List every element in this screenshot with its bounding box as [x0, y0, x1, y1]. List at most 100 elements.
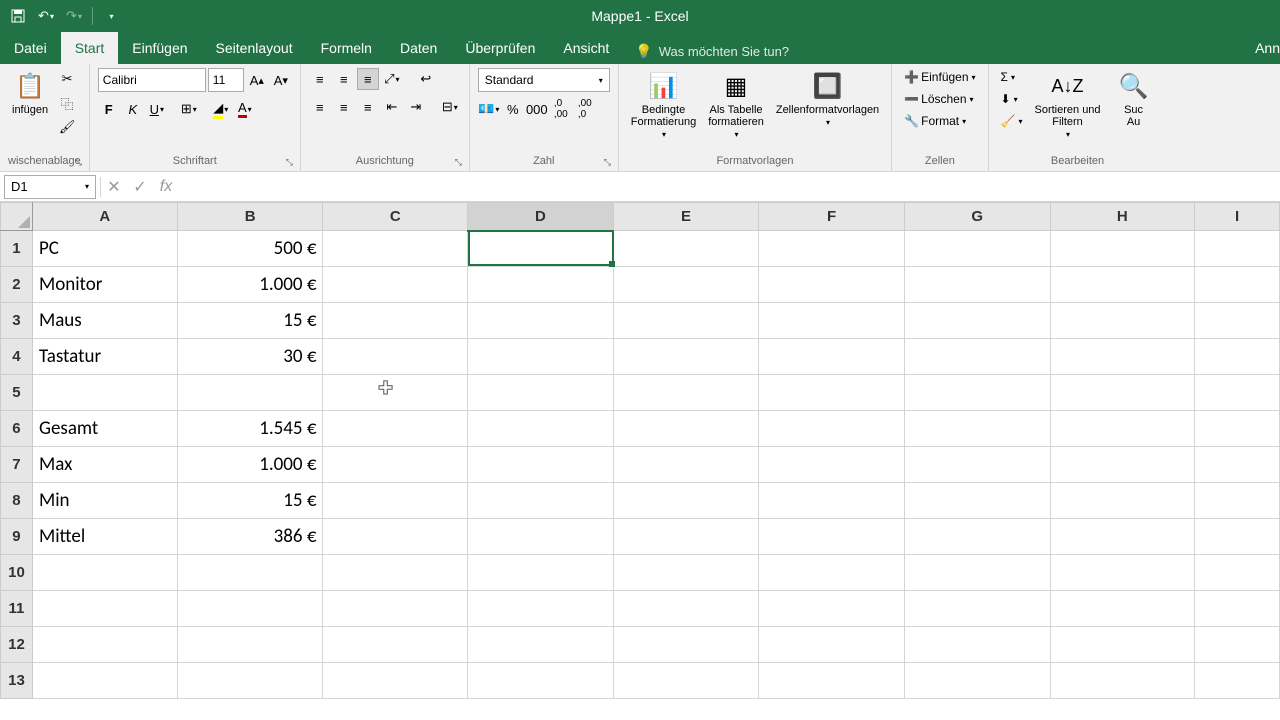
row-header-13[interactable]: 13	[1, 663, 33, 699]
col-header-E[interactable]: E	[613, 203, 759, 231]
italic-button[interactable]: K	[122, 98, 144, 120]
cell-E3[interactable]	[613, 303, 759, 339]
font-launcher-icon[interactable]: ⤡	[286, 157, 298, 169]
cell-G1[interactable]	[904, 231, 1050, 267]
find-select-button[interactable]: 🔍 Suc Au	[1109, 68, 1159, 130]
redo-icon[interactable]: ↷▾	[62, 4, 86, 28]
format-painter-button[interactable]: 🖌	[56, 116, 78, 138]
cell-E13[interactable]	[613, 663, 759, 699]
cell-A3[interactable]: Maus	[32, 303, 177, 339]
row-header-2[interactable]: 2	[1, 267, 33, 303]
cell-I12[interactable]	[1195, 627, 1280, 663]
cell-H1[interactable]	[1050, 231, 1195, 267]
cell-H8[interactable]	[1050, 483, 1195, 519]
copy-button[interactable]: ⿻	[56, 92, 78, 114]
cell-B12[interactable]	[177, 627, 323, 663]
cell-H2[interactable]	[1050, 267, 1195, 303]
cell-A12[interactable]	[32, 627, 177, 663]
cell-A11[interactable]	[32, 591, 177, 627]
align-right-button[interactable]: ≡	[357, 96, 379, 118]
decrease-font-button[interactable]: A▾	[270, 69, 292, 91]
cell-G4[interactable]	[904, 339, 1050, 375]
cell-B11[interactable]	[177, 591, 323, 627]
cell-H12[interactable]	[1050, 627, 1195, 663]
cell-A7[interactable]: Max	[32, 447, 177, 483]
align-bottom-button[interactable]: ≡	[357, 68, 379, 90]
cell-B9[interactable]: 386 €	[177, 519, 323, 555]
increase-indent-button[interactable]: ⇥	[405, 96, 427, 118]
col-header-H[interactable]: H	[1050, 203, 1195, 231]
cell-I1[interactable]	[1195, 231, 1280, 267]
col-header-I[interactable]: I	[1195, 203, 1280, 231]
name-box[interactable]: D1 ▾	[4, 175, 96, 199]
cell-E4[interactable]	[613, 339, 759, 375]
cell-D8[interactable]	[468, 483, 614, 519]
accounting-button[interactable]: 💶▾	[478, 98, 500, 120]
tab-seitenlayout[interactable]: Seitenlayout	[202, 32, 307, 64]
formula-input[interactable]	[179, 175, 1280, 199]
col-header-B[interactable]: B	[177, 203, 323, 231]
cell-E2[interactable]	[613, 267, 759, 303]
cell-F8[interactable]	[759, 483, 905, 519]
cell-B2[interactable]: 1.000 €	[177, 267, 323, 303]
align-top-button[interactable]: ≡	[309, 68, 331, 90]
cell-C3[interactable]	[323, 303, 468, 339]
font-size-select[interactable]	[208, 68, 244, 92]
fx-button[interactable]: fx	[153, 175, 179, 199]
row-header-4[interactable]: 4	[1, 339, 33, 375]
cell-A1[interactable]: PC	[32, 231, 177, 267]
row-header-7[interactable]: 7	[1, 447, 33, 483]
cell-A2[interactable]: Monitor	[32, 267, 177, 303]
cell-C10[interactable]	[323, 555, 468, 591]
col-header-C[interactable]: C	[323, 203, 468, 231]
cell-A8[interactable]: Min	[32, 483, 177, 519]
format-as-table-button[interactable]: ▦ Als Tabelle formatieren▾	[704, 68, 768, 141]
percent-button[interactable]: %	[502, 98, 524, 120]
undo-icon[interactable]: ↶▾	[34, 4, 58, 28]
cell-F13[interactable]	[759, 663, 905, 699]
border-button[interactable]: ⊞▾	[178, 98, 200, 120]
row-header-6[interactable]: 6	[1, 411, 33, 447]
row-header-11[interactable]: 11	[1, 591, 33, 627]
cell-C4[interactable]	[323, 339, 468, 375]
cell-D13[interactable]	[468, 663, 614, 699]
cell-G9[interactable]	[904, 519, 1050, 555]
cell-C11[interactable]	[323, 591, 468, 627]
cell-D4[interactable]	[468, 339, 614, 375]
cell-C1[interactable]	[323, 231, 468, 267]
cell-B5[interactable]	[177, 375, 323, 411]
cell-H5[interactable]	[1050, 375, 1195, 411]
cell-D1[interactable]	[468, 231, 614, 267]
cell-B13[interactable]	[177, 663, 323, 699]
row-header-8[interactable]: 8	[1, 483, 33, 519]
cell-G10[interactable]	[904, 555, 1050, 591]
bold-button[interactable]: F	[98, 98, 120, 120]
cell-A13[interactable]	[32, 663, 177, 699]
cell-C5[interactable]	[323, 375, 468, 411]
cell-H13[interactable]	[1050, 663, 1195, 699]
cell-C7[interactable]	[323, 447, 468, 483]
cell-A4[interactable]: Tastatur	[32, 339, 177, 375]
orientation-button[interactable]: ⤢▾	[381, 68, 403, 90]
cell-A9[interactable]: Mittel	[32, 519, 177, 555]
cell-B1[interactable]: 500 €	[177, 231, 323, 267]
cell-F2[interactable]	[759, 267, 905, 303]
cell-F1[interactable]	[759, 231, 905, 267]
insert-cells-button[interactable]: ➕Einfügen▾	[900, 68, 979, 86]
comma-button[interactable]: 000	[526, 98, 548, 120]
cell-B8[interactable]: 15 €	[177, 483, 323, 519]
tab-daten[interactable]: Daten	[386, 32, 451, 64]
cell-E8[interactable]	[613, 483, 759, 519]
cell-C8[interactable]	[323, 483, 468, 519]
cell-F5[interactable]	[759, 375, 905, 411]
tab-ueberpruefen[interactable]: Überprüfen	[451, 32, 549, 64]
row-header-3[interactable]: 3	[1, 303, 33, 339]
autosum-button[interactable]: Σ▾	[997, 68, 1027, 86]
tell-me-search[interactable]: 💡 Was möchten Sie tun?	[623, 39, 801, 64]
qat-customize-icon[interactable]: ▾	[99, 4, 123, 28]
cut-button[interactable]: ✂	[56, 68, 78, 90]
cancel-formula-button[interactable]: ✕	[101, 175, 127, 199]
cell-I8[interactable]	[1195, 483, 1280, 519]
cell-E10[interactable]	[613, 555, 759, 591]
increase-decimal-button[interactable]: ,0,00	[550, 98, 572, 120]
